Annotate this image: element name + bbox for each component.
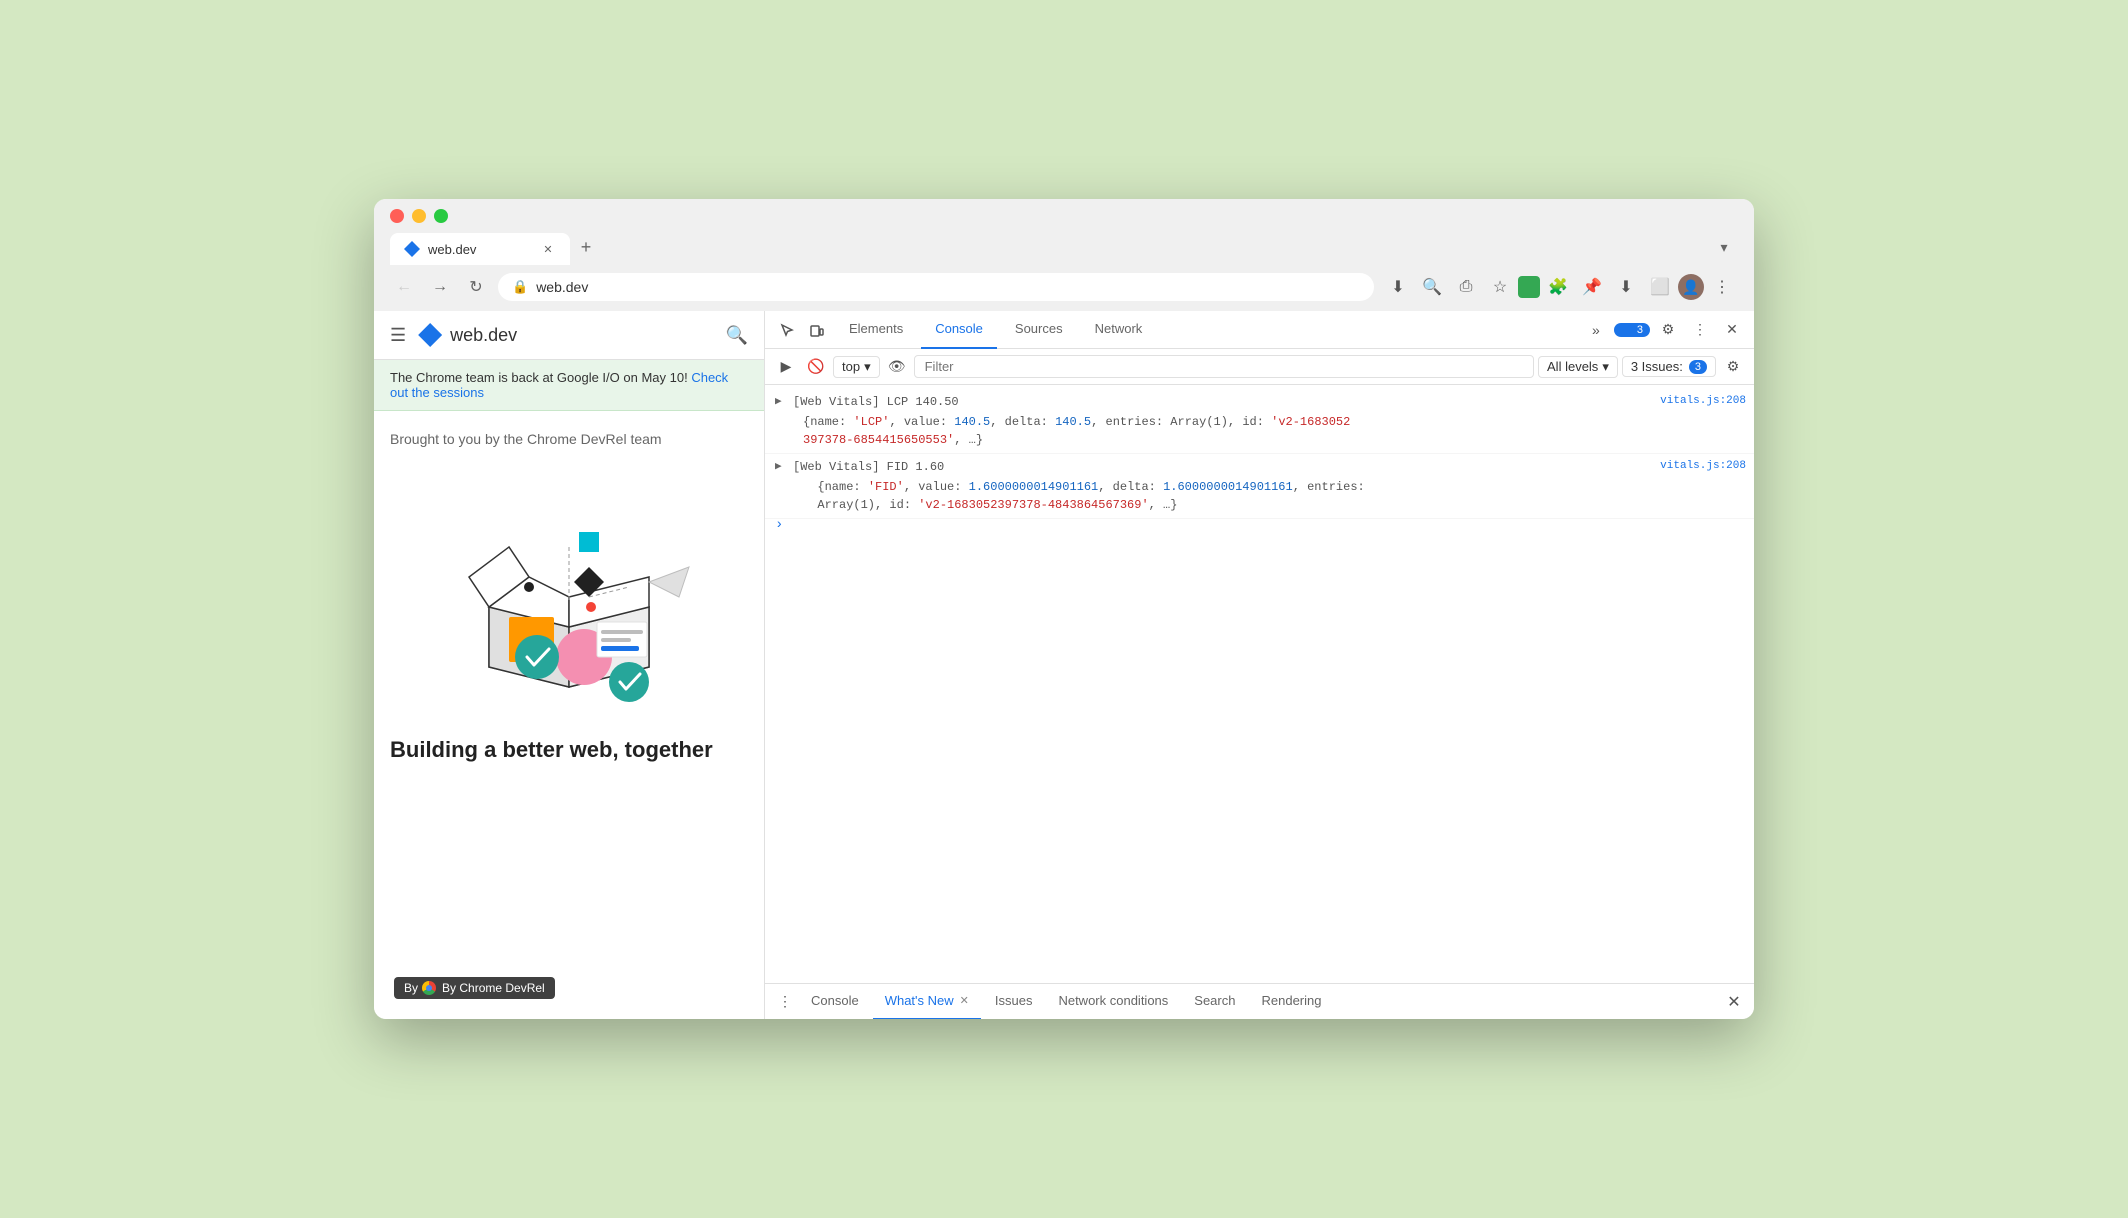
bottom-panel-close-icon[interactable]: ✕ bbox=[1722, 990, 1746, 1014]
page-bottom-heading: Building a better web, together bbox=[390, 737, 748, 763]
top-context-dropdown[interactable]: top ▾ bbox=[833, 356, 880, 378]
console-filter-input[interactable] bbox=[914, 355, 1534, 378]
tabs-row: web.dev ✕ + ▾ bbox=[390, 233, 1738, 265]
console-entry-fid: ▶ vitals.js:208 [Web Vitals] FID 1.60 {n… bbox=[765, 454, 1754, 519]
devtools-panel: Elements Console Sources Network » bbox=[764, 311, 1754, 1019]
devtools-header: Elements Console Sources Network » bbox=[765, 311, 1754, 349]
tabs-chevron-icon[interactable]: ▾ bbox=[1710, 237, 1738, 265]
announcement-text: The Chrome team is back at Google I/O on… bbox=[390, 370, 688, 385]
console-output: ▶ vitals.js:208 [Web Vitals] LCP 140.50 … bbox=[765, 385, 1754, 983]
bottom-tab-whatsnew[interactable]: What's New ✕ bbox=[873, 984, 981, 1020]
device-toolbar-icon[interactable] bbox=[803, 316, 831, 344]
bottom-tab-console[interactable]: Console bbox=[799, 984, 871, 1020]
active-tab[interactable]: web.dev ✕ bbox=[390, 233, 570, 265]
webdev-logo[interactable]: web.dev bbox=[418, 323, 517, 347]
issues-count-badge[interactable]: 3 Issues: 3 bbox=[1622, 356, 1716, 377]
webpage-content: Brought to you by the Chrome DevRel team bbox=[374, 411, 764, 1019]
run-script-icon[interactable]: ▶ bbox=[773, 354, 799, 380]
tooltip-label: By By Chrome DevRel bbox=[404, 981, 545, 995]
lock-icon: 🔒 bbox=[512, 279, 528, 295]
back-button[interactable]: ← bbox=[390, 273, 418, 301]
tab-elements[interactable]: Elements bbox=[835, 311, 917, 349]
devtools-close-icon[interactable]: ✕ bbox=[1718, 316, 1746, 344]
bottom-tabs-menu-icon[interactable]: ⋮ bbox=[773, 990, 797, 1014]
toolbar-icons: ⬇ 🔍 ⎙ ☆ 🧩 📌 ⬇ ⬜ 👤 ⋮ bbox=[1382, 271, 1738, 303]
issues-badge[interactable]: 3 bbox=[1614, 323, 1650, 337]
hamburger-menu-icon[interactable]: ☰ bbox=[390, 325, 406, 346]
webdev-favicon-icon bbox=[418, 323, 442, 347]
tab-console[interactable]: Console bbox=[921, 311, 997, 349]
zoom-icon[interactable]: 🔍 bbox=[1416, 271, 1448, 303]
console-prompt[interactable]: › bbox=[765, 519, 1754, 531]
bottom-tab-issues[interactable]: Issues bbox=[983, 984, 1045, 1020]
bottom-tab-network-conditions[interactable]: Network conditions bbox=[1046, 984, 1180, 1020]
chrome-devrel-tooltip: By By Chrome DevRel bbox=[394, 977, 555, 999]
avatar[interactable]: 👤 bbox=[1678, 274, 1704, 300]
log-levels-dropdown[interactable]: All levels ▾ bbox=[1538, 356, 1618, 378]
download-page-icon[interactable]: ⬇ bbox=[1382, 271, 1414, 303]
reload-button[interactable]: ↻ bbox=[462, 273, 490, 301]
devtools-bottom-tabs: ⋮ Console What's New ✕ Issues Network co… bbox=[765, 983, 1754, 1019]
tab-sources[interactable]: Sources bbox=[1001, 311, 1077, 349]
announcement-bar: The Chrome team is back at Google I/O on… bbox=[374, 360, 764, 411]
webdev-site-title: web.dev bbox=[450, 325, 517, 346]
webpage-header: ☰ web.dev 🔍 bbox=[374, 311, 764, 360]
console-settings-icon[interactable]: ⚙ bbox=[1720, 354, 1746, 380]
url-text: web.dev bbox=[536, 279, 588, 295]
close-traffic-light[interactable] bbox=[390, 209, 404, 223]
tab-network[interactable]: Network bbox=[1081, 311, 1157, 349]
url-bar[interactable]: 🔒 web.dev bbox=[498, 273, 1374, 301]
chrome-icon bbox=[422, 981, 436, 995]
brought-by-text: Brought to you by the Chrome DevRel team bbox=[390, 431, 748, 447]
maximize-traffic-light[interactable] bbox=[434, 209, 448, 223]
eye-icon[interactable]: 👁 bbox=[884, 354, 910, 380]
devtools-left-icons bbox=[773, 316, 831, 344]
prompt-arrow-icon: › bbox=[775, 517, 783, 533]
save-icon[interactable]: ⬇ bbox=[1610, 271, 1642, 303]
console-toolbar: ▶ 🚫 top ▾ 👁 All levels ▾ 3 Issues: 3 ⚙ bbox=[765, 349, 1754, 385]
select-element-icon[interactable] bbox=[773, 316, 801, 344]
forward-button[interactable]: → bbox=[426, 273, 454, 301]
pin-icon[interactable]: 📌 bbox=[1576, 271, 1608, 303]
console-entry-header-fid: [Web Vitals] FID 1.60 bbox=[793, 460, 944, 474]
main-area: ☰ web.dev 🔍 The Chrome team is back at G… bbox=[374, 311, 1754, 1019]
title-bar: web.dev ✕ + ▾ bbox=[374, 199, 1754, 265]
bottom-tab-search[interactable]: Search bbox=[1182, 984, 1247, 1020]
more-menu-icon[interactable]: ⋮ bbox=[1706, 271, 1738, 303]
more-tabs-icon[interactable]: » bbox=[1582, 316, 1610, 344]
bottom-tab-rendering[interactable]: Rendering bbox=[1249, 984, 1333, 1020]
expand-arrow-fid[interactable]: ▶ bbox=[775, 459, 782, 476]
chat-icon bbox=[1621, 324, 1633, 336]
whatsnew-tab-close[interactable]: ✕ bbox=[960, 994, 969, 1007]
settings-icon[interactable]: ⚙ bbox=[1654, 316, 1682, 344]
browser-window: web.dev ✕ + ▾ ← → ↻ 🔒 web.dev ⬇ 🔍 ⎙ ☆ 🧩 … bbox=[374, 199, 1754, 1019]
bookmark-icon[interactable]: ☆ bbox=[1484, 271, 1516, 303]
address-bar: ← → ↻ 🔒 web.dev ⬇ 🔍 ⎙ ☆ 🧩 📌 ⬇ ⬜ 👤 ⋮ bbox=[374, 265, 1754, 311]
source-link-fid[interactable]: vitals.js:208 bbox=[1660, 458, 1746, 475]
console-entry-header-lcp: [Web Vitals] LCP 140.50 bbox=[793, 395, 959, 409]
tab-close-button[interactable]: ✕ bbox=[540, 241, 556, 257]
console-entry-lcp: ▶ vitals.js:208 [Web Vitals] LCP 140.50 … bbox=[765, 389, 1754, 454]
devtools-more-icon[interactable]: ⋮ bbox=[1686, 316, 1714, 344]
traffic-lights bbox=[390, 209, 1738, 223]
tab-title: web.dev bbox=[428, 242, 532, 257]
devtools-header-right-icons: » 3 ⚙ ⋮ ✕ bbox=[1582, 316, 1746, 344]
clear-console-icon[interactable]: 🚫 bbox=[803, 354, 829, 380]
new-tab-button[interactable]: + bbox=[572, 237, 600, 265]
expand-arrow-lcp[interactable]: ▶ bbox=[775, 394, 782, 411]
split-screen-icon[interactable]: ⬜ bbox=[1644, 271, 1676, 303]
source-link-lcp[interactable]: vitals.js:208 bbox=[1660, 393, 1746, 410]
tab-favicon-icon bbox=[404, 241, 420, 257]
webpage-panel: ☰ web.dev 🔍 The Chrome team is back at G… bbox=[374, 311, 764, 1019]
hero-illustration bbox=[429, 467, 709, 727]
tooltip-text: By Chrome DevRel bbox=[442, 981, 545, 995]
puzzle-icon[interactable]: 🧩 bbox=[1542, 271, 1574, 303]
share-icon[interactable]: ⎙ bbox=[1450, 271, 1482, 303]
extension-icon[interactable] bbox=[1518, 276, 1540, 298]
minimize-traffic-light[interactable] bbox=[412, 209, 426, 223]
webpage-search-icon[interactable]: 🔍 bbox=[726, 325, 748, 346]
